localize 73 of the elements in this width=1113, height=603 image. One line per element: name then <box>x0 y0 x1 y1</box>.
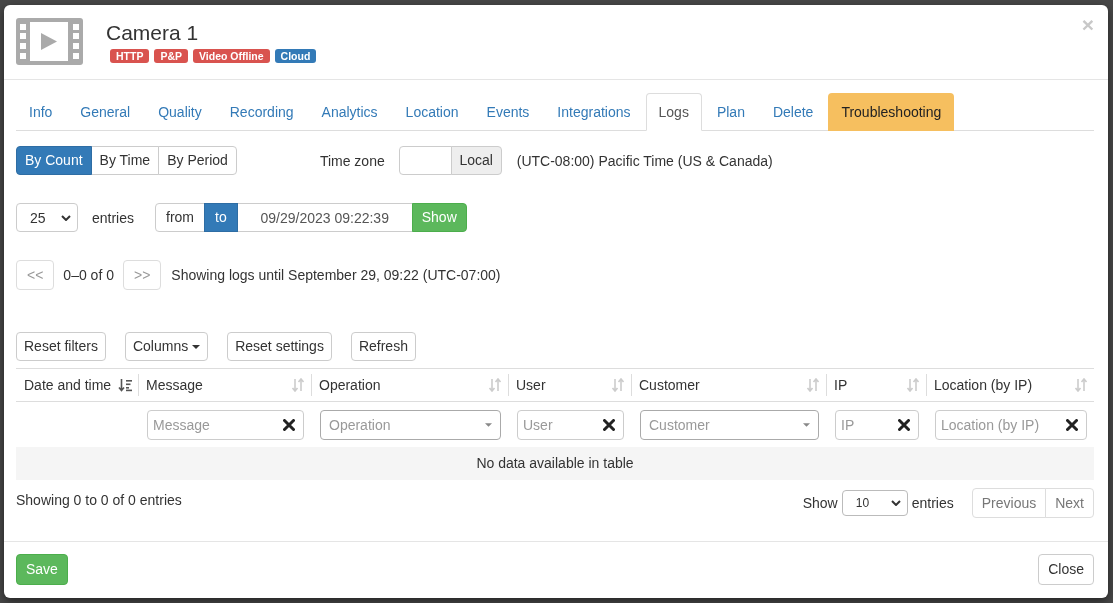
close-button[interactable]: Close <box>1038 554 1094 585</box>
column-header: Date and time <box>24 376 112 395</box>
sort-icon[interactable] <box>611 378 625 392</box>
tab[interactable]: Events <box>473 93 543 131</box>
clear-icon[interactable] <box>283 419 295 431</box>
status-badge: Video Offline <box>193 49 270 63</box>
page-count: 0–0 of 0 <box>63 267 114 283</box>
toolbar-button[interactable]: Reset filters <box>16 332 106 361</box>
sort-descending-icon[interactable] <box>118 378 132 392</box>
filter-select[interactable]: Operation <box>320 410 501 440</box>
chevron-down-icon <box>61 214 71 221</box>
filter-field[interactable]: Location (by IP) <box>935 410 1087 440</box>
clear-icon[interactable] <box>1066 419 1078 431</box>
table-info: Showing 0 to 0 of 0 entries <box>16 491 182 510</box>
tab[interactable]: General <box>67 93 144 131</box>
sort-icon[interactable] <box>806 378 820 392</box>
tab[interactable]: Logs <box>645 93 702 131</box>
column-header: Customer <box>639 376 700 395</box>
caret-icon <box>803 423 810 427</box>
time-zone-label: Time zone <box>319 152 385 169</box>
caret-icon <box>485 423 492 427</box>
clear-icon[interactable] <box>898 419 910 431</box>
toolbar-button[interactable]: Reset settings <box>227 332 332 361</box>
column-header: IP <box>834 376 848 395</box>
column-header: Location (by IP) <box>934 376 1033 395</box>
tab[interactable]: Delete <box>759 93 827 131</box>
sort-icon[interactable] <box>906 378 920 392</box>
caret-icon <box>192 344 201 349</box>
time-zone-description: (UTC-08:00) Pacific Time (US & Canada) <box>516 152 773 169</box>
entries-label: entries <box>911 495 954 511</box>
column-header: User <box>516 376 546 395</box>
status-badge: P&P <box>154 49 188 63</box>
entries-select[interactable]: 25 <box>16 203 78 232</box>
entries-label: entries <box>92 209 135 226</box>
save-button[interactable]: Save <box>16 554 68 585</box>
modal-title: Camera 1 <box>106 21 199 45</box>
mode-button[interactable]: By Count <box>16 146 92 175</box>
film-play-icon <box>16 18 83 65</box>
tab[interactable]: Analytics <box>308 93 391 131</box>
tab[interactable]: Plan <box>703 93 758 131</box>
tab[interactable]: Troubleshooting <box>828 93 955 131</box>
filter-field[interactable]: IP <box>835 410 919 440</box>
show-label: Show <box>802 495 838 511</box>
show-button[interactable]: Show <box>411 203 467 232</box>
tab[interactable]: Integrations <box>544 93 644 131</box>
filter-field[interactable]: Message <box>147 410 304 440</box>
tab[interactable]: Location <box>392 93 472 131</box>
sort-icon[interactable] <box>1074 378 1088 392</box>
column-header: Message <box>146 376 203 395</box>
toolbar-button[interactable]: Columns <box>124 332 209 361</box>
mode-button[interactable]: By Period <box>158 146 237 175</box>
column-header: Operation <box>319 376 381 395</box>
filter-select[interactable]: Customer <box>640 410 819 440</box>
range-direction-button[interactable]: to <box>204 203 238 232</box>
status-badge: HTTP <box>110 49 150 63</box>
tab[interactable]: Info <box>16 93 66 131</box>
time-zone-field[interactable] <box>398 146 452 175</box>
page-length-select[interactable]: 10 <box>841 490 908 516</box>
toolbar-button[interactable]: Refresh <box>350 332 416 361</box>
tab[interactable]: Recording <box>216 93 307 131</box>
mode-button[interactable]: By Time <box>90 146 160 175</box>
clear-icon[interactable] <box>603 419 615 431</box>
filter-field[interactable]: User <box>517 410 624 440</box>
range-direction-button[interactable]: from <box>155 203 206 232</box>
logs-summary: Showing logs until September 29, 09:22 (UTC-07:00) <box>171 267 501 283</box>
status-badge: Cloud <box>274 49 317 63</box>
sort-icon[interactable] <box>488 378 502 392</box>
date-time-field[interactable]: 09/29/2023 09:22:39 <box>236 203 413 232</box>
tab[interactable]: Quality <box>145 93 215 131</box>
empty-table-message: No data available in table <box>16 447 1094 480</box>
sort-icon[interactable] <box>291 378 305 392</box>
local-button[interactable]: Local <box>450 146 502 175</box>
chevron-down-icon <box>890 500 901 506</box>
